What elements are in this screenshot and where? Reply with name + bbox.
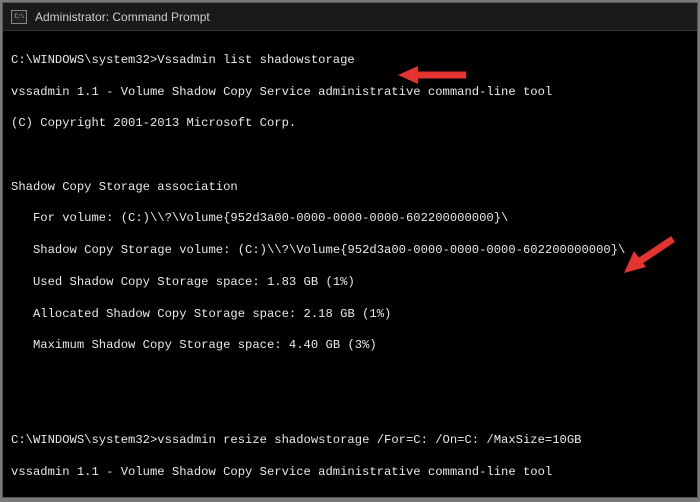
output-line: Maximum Shadow Copy Storage space: 4.40 … [11,338,689,354]
output-line: Shadow Copy Storage association [11,180,689,196]
window-title: Administrator: Command Prompt [35,10,210,24]
prompt-path: C:\WINDOWS\system32> [11,433,157,447]
output-line: Used Shadow Copy Storage space: 1.83 GB … [11,275,689,291]
output-line: For volume: (C:)\\?\Volume{952d3a00-0000… [11,211,689,227]
prompt-path: C:\WINDOWS\system32> [11,53,157,67]
output-line: Allocated Shadow Copy Storage space: 2.1… [11,307,689,323]
terminal-output[interactable]: C:\WINDOWS\system32>Vssadmin list shadow… [3,31,697,497]
output-line: vssadmin 1.1 - Volume Shadow Copy Servic… [11,465,689,481]
titlebar[interactable]: C:\ Administrator: Command Prompt [3,3,697,31]
output-line: vssadmin 1.1 - Volume Shadow Copy Servic… [11,85,689,101]
command-prompt-window: C:\ Administrator: Command Prompt C:\WIN… [2,2,698,498]
command-text: vssadmin resize shadowstorage /For=C: /O… [157,433,581,447]
output-line: Shadow Copy Storage volume: (C:)\\?\Volu… [11,243,689,259]
command-text: Vssadmin list shadowstorage [157,53,354,67]
annotation-arrow-icon [398,31,468,118]
cmd-icon: C:\ [11,10,27,24]
output-line: (C) Copyright 2001-2013 Microsoft Corp. [11,116,689,132]
